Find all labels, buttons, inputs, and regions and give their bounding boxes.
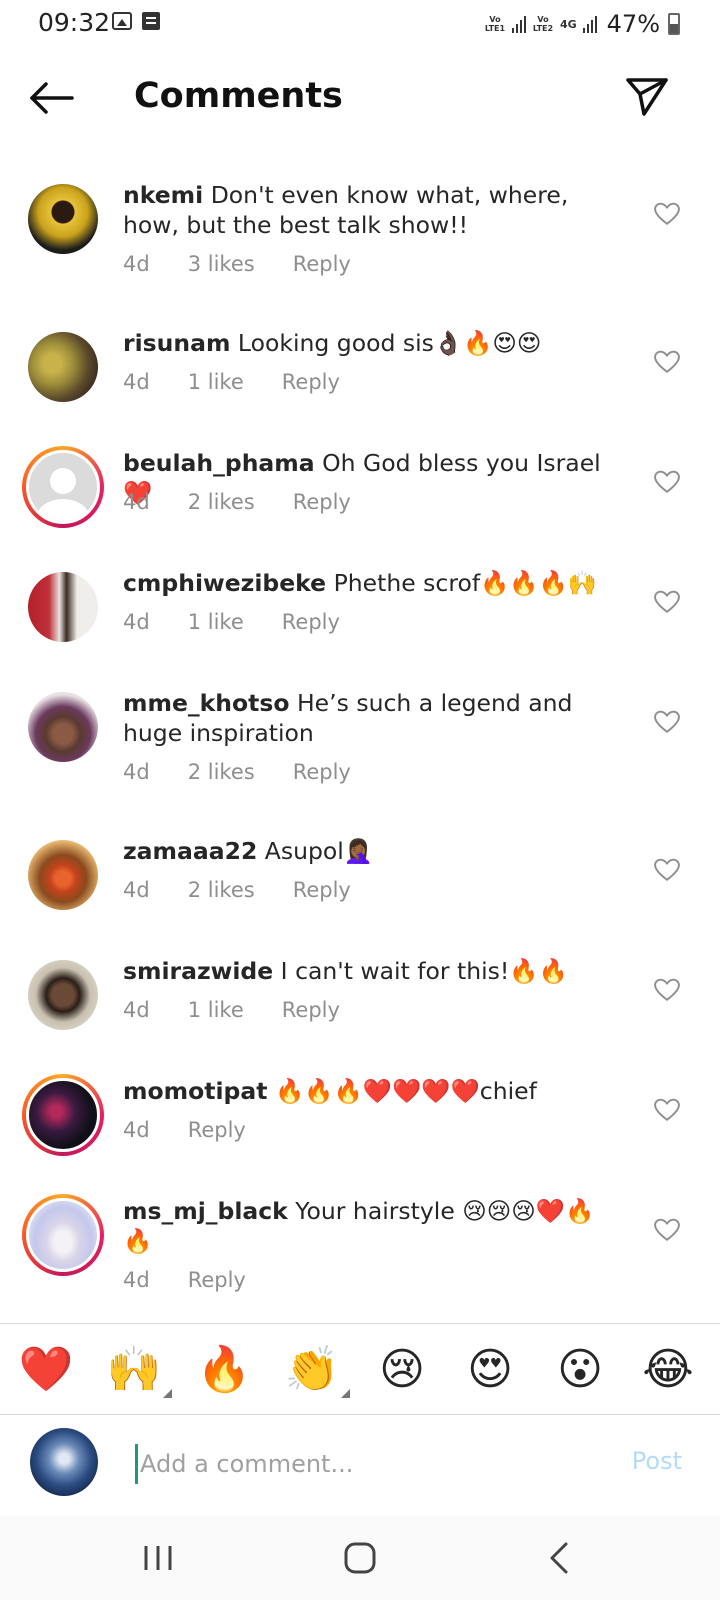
comment-time: 4d	[123, 610, 150, 634]
send-icon	[626, 78, 668, 116]
reply-button[interactable]: Reply	[293, 252, 351, 276]
avatar[interactable]	[22, 1194, 104, 1276]
back-arrow-icon	[30, 82, 74, 114]
status-bar: 09:32 Vo LTE1 Vo LTE2 4G 47%	[0, 0, 720, 46]
reply-button[interactable]: Reply	[282, 998, 340, 1022]
comment-time: 4d	[123, 760, 150, 784]
quick-reaction-bar: ❤️ 🙌 🔥 👏 😢 😍 😮 😂	[0, 1323, 720, 1415]
recent-apps-icon[interactable]	[136, 1536, 180, 1580]
like-heart-icon[interactable]	[654, 202, 680, 226]
comment-text: 🔥🔥🔥❤️❤️❤️❤️chief	[274, 1077, 537, 1105]
comment-composer: Post	[0, 1416, 720, 1516]
reply-button[interactable]: Reply	[293, 490, 351, 514]
default-avatar-icon	[50, 467, 76, 494]
avatar[interactable]	[28, 840, 98, 910]
avatar[interactable]	[28, 692, 98, 762]
network-type-label: 4G	[559, 17, 577, 31]
battery-percent: 47%	[606, 10, 660, 38]
comment-time: 4d	[123, 1118, 150, 1142]
comment-text: Phethe scrof🔥🔥🔥🙌	[333, 569, 598, 597]
comment-username[interactable]: cmphiwezibeke	[123, 569, 326, 597]
reaction-crying-button[interactable]: 😢	[372, 1340, 432, 1400]
post-button[interactable]: Post	[632, 1447, 682, 1475]
comment-username[interactable]: zamaaa22	[123, 837, 257, 865]
reply-button[interactable]: Reply	[188, 1118, 246, 1142]
reply-button[interactable]: Reply	[188, 1268, 246, 1292]
comment-time: 4d	[123, 1268, 150, 1292]
reaction-clap-button[interactable]: 👏	[282, 1340, 350, 1400]
back-button[interactable]	[26, 78, 76, 118]
gallery-notification-icon	[112, 12, 132, 30]
my-avatar	[30, 1428, 98, 1496]
network-2-label: Vo LTE2	[532, 15, 554, 33]
reaction-raised-hands-button[interactable]: 🙌	[104, 1340, 172, 1400]
comment-likes[interactable]: 2 likes	[188, 490, 255, 514]
like-heart-icon[interactable]	[654, 1098, 680, 1122]
comment-time: 4d	[123, 878, 150, 902]
like-heart-icon[interactable]	[654, 710, 680, 734]
avatar[interactable]	[22, 1074, 104, 1156]
avatar[interactable]	[28, 572, 98, 642]
comment-time: 4d	[123, 370, 150, 394]
reply-button[interactable]: Reply	[282, 610, 340, 634]
reaction-heart-button[interactable]: ❤️	[16, 1340, 76, 1400]
signal-2-icon	[582, 15, 597, 33]
reaction-heart-eyes-button[interactable]: 😍	[460, 1340, 520, 1400]
status-time: 09:32	[38, 8, 111, 37]
comment-likes[interactable]: 3 likes	[188, 252, 255, 276]
comment-likes[interactable]: 2 likes	[188, 878, 255, 902]
system-navigation-bar	[0, 1516, 720, 1600]
like-heart-icon[interactable]	[654, 590, 680, 614]
comment-time: 4d	[123, 998, 150, 1022]
page-title: Comments	[134, 76, 343, 116]
comment-likes[interactable]: 2 likes	[188, 760, 255, 784]
comment-text: Looking good sis👌🏿🔥😍😍	[237, 329, 542, 357]
notification-icons	[112, 12, 160, 30]
like-heart-icon[interactable]	[654, 978, 680, 1002]
avatar[interactable]	[28, 184, 98, 254]
battery-icon	[668, 13, 680, 35]
comment-time: 4d	[123, 490, 150, 514]
reaction-surprised-button[interactable]: 😮	[550, 1340, 610, 1400]
like-heart-icon[interactable]	[654, 350, 680, 374]
reply-button[interactable]: Reply	[293, 760, 351, 784]
status-indicators: Vo LTE1 Vo LTE2 4G 47%	[484, 10, 680, 38]
message-notification-icon	[142, 12, 160, 30]
avatar[interactable]	[22, 446, 104, 528]
comments-header: Comments	[0, 56, 720, 140]
comment-likes[interactable]: 1 like	[188, 610, 244, 634]
comment-username[interactable]: mme_khotso	[123, 689, 290, 717]
comment-likes[interactable]: 1 like	[188, 998, 244, 1022]
comment-username[interactable]: nkemi	[123, 181, 203, 209]
like-heart-icon[interactable]	[654, 470, 680, 494]
network-1-label: Vo LTE1	[484, 15, 506, 33]
comment-username[interactable]: ms_mj_black	[123, 1197, 288, 1225]
signal-1-icon	[511, 15, 526, 33]
like-heart-icon[interactable]	[654, 1218, 680, 1242]
reaction-fire-button[interactable]: 🔥	[194, 1340, 254, 1400]
home-icon[interactable]	[338, 1536, 382, 1580]
comment-username[interactable]: momotipat	[123, 1077, 267, 1105]
comment-likes[interactable]: 1 like	[188, 370, 244, 394]
comment-time: 4d	[123, 252, 150, 276]
reaction-laughing-button[interactable]: 😂	[638, 1340, 698, 1400]
share-button[interactable]	[624, 74, 670, 120]
avatar[interactable]	[28, 332, 98, 402]
reply-button[interactable]: Reply	[293, 878, 351, 902]
comment-input[interactable]	[135, 1444, 595, 1484]
comment-text: Asupol🤦🏾‍♀️	[264, 837, 374, 865]
comment-username[interactable]: risunam	[123, 329, 230, 357]
comment-username[interactable]: smirazwide	[123, 957, 273, 985]
nav-back-icon[interactable]	[538, 1536, 582, 1580]
comment-username[interactable]: beulah_phama	[123, 449, 315, 477]
comment-text: I can't wait for this!🔥🔥	[280, 957, 568, 985]
like-heart-icon[interactable]	[654, 858, 680, 882]
avatar[interactable]	[28, 960, 98, 1030]
reply-button[interactable]: Reply	[282, 370, 340, 394]
